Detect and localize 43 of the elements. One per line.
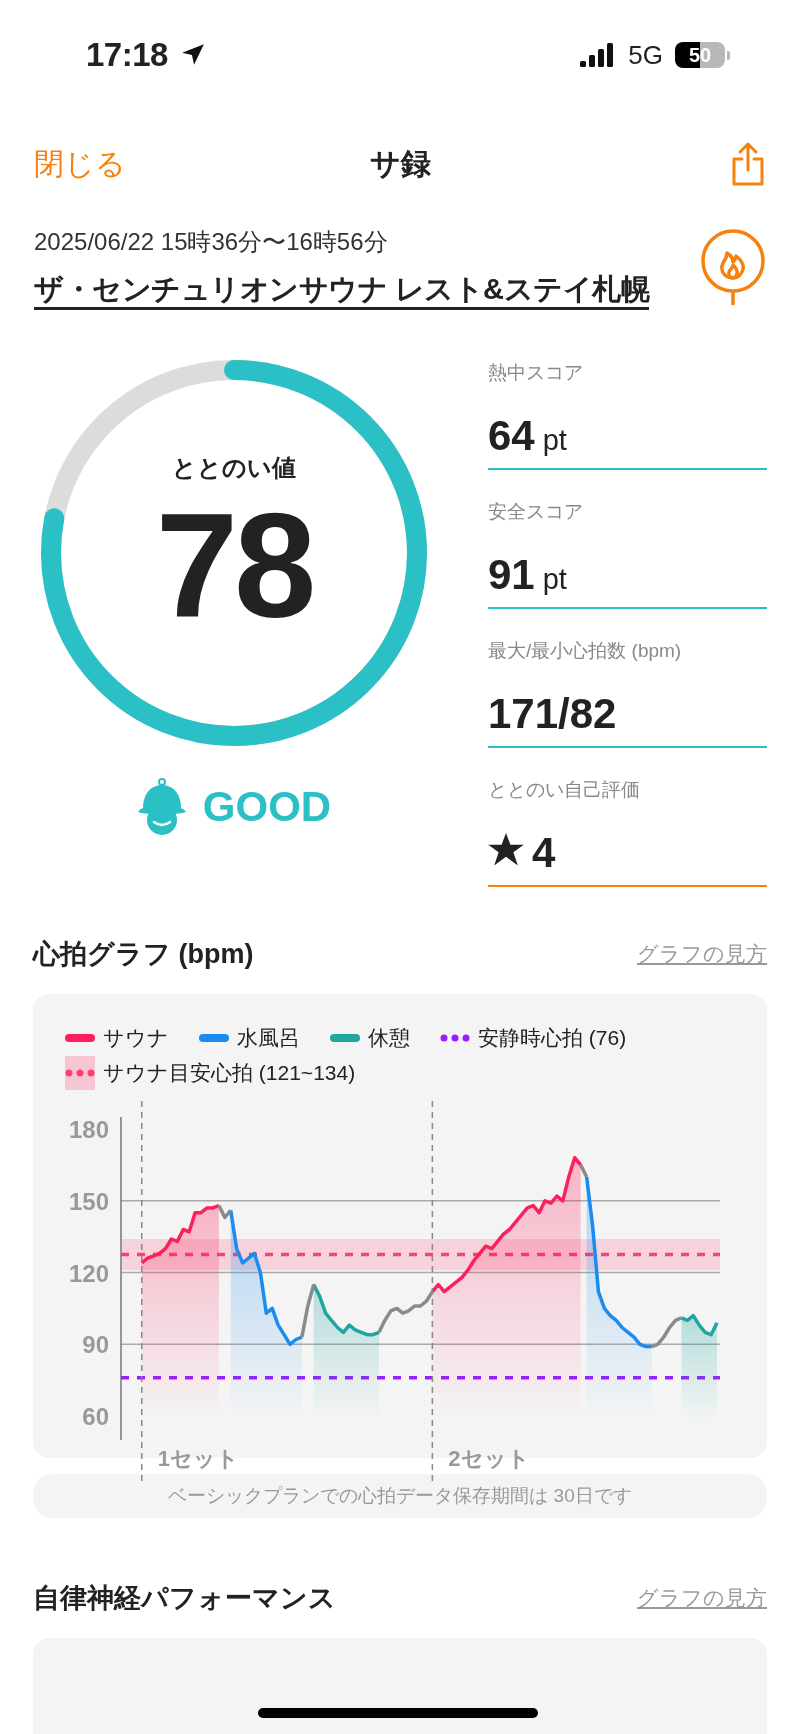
stat-label: ととのい自己評価 [488,778,641,802]
flame-pin-icon[interactable] [698,228,768,308]
legend-label: サウナ目安心拍 (121~134) [103,1060,356,1086]
legend-label: サウナ [103,1025,169,1051]
section-title: 心拍グラフ (bpm) [33,938,254,971]
status-time: 17:18 [86,36,168,74]
star-icon [488,833,524,867]
set-label: 2セット [448,1446,530,1471]
set-label: 1セット [157,1446,239,1471]
mascot-icon [136,778,187,836]
legend-dotted-icon [440,1034,470,1042]
axis-tick-label: 120 [68,1259,109,1287]
share-icon [730,141,766,187]
stat-label: 安全スコア [488,500,584,524]
stat-unit: pt [542,563,567,596]
grade-label: GOOD [202,783,332,831]
stat-label: 熱中スコア [488,361,584,385]
network-label: 5G [628,39,663,71]
stat-value: 4 [532,829,556,877]
score-label: ととのい値 [172,453,296,483]
graph-guide-link[interactable]: グラフの見方 [637,1584,767,1612]
venue-link[interactable]: ザ・センチュリオンサウナ レスト&ステイ札幌 [34,270,649,310]
graph-guide-link[interactable]: グラフの見方 [637,940,767,968]
share-button[interactable] [730,141,766,187]
axis-tick-label: 60 [82,1403,109,1430]
stat-label: 最大/最小心拍数 (bpm) [488,639,683,663]
session-datetime: 2025/06/22 15時36分〜16時56分 [34,227,389,257]
legend-band-icon [65,1056,95,1090]
section-title: 自律神経パフォーマンス [33,1582,336,1615]
close-button[interactable]: 閉じる [34,143,126,185]
screen-title: サ録 [369,145,431,182]
axis-tick-label: 180 [68,1116,109,1143]
stat-unit: pt [542,424,567,457]
retention-notice: ベーシックプランでの心拍データ保存期間は 30日です [33,1474,767,1518]
stat-value: 171/82 [488,690,617,738]
stat-value: 91 [488,551,535,599]
axis-tick-label: 90 [82,1331,109,1359]
legend-label: 水風呂 [237,1025,300,1051]
axis-tick-label: 150 [68,1187,109,1215]
stat-value: 64 [488,412,535,460]
score-value: 78 [155,492,313,640]
legend-label: 安静時心拍 (76) [478,1025,627,1051]
legend-label: 休憩 [368,1025,410,1051]
